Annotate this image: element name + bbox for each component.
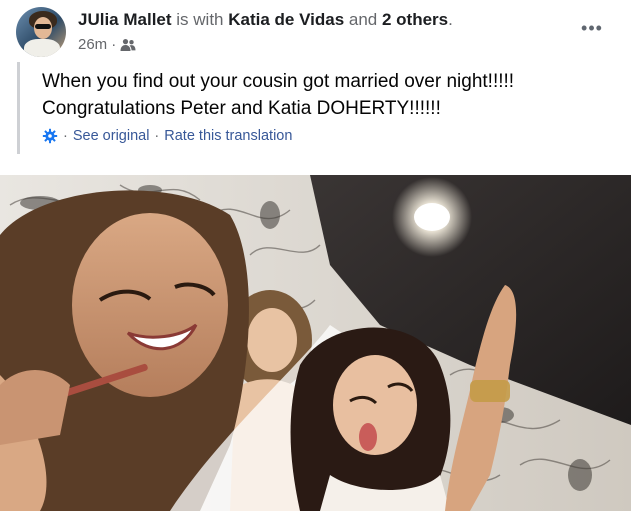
with-text: is with (176, 10, 224, 29)
post-meta: 26m · (78, 36, 136, 53)
tagged-person[interactable]: Katia de Vidas (228, 10, 344, 29)
author-avatar[interactable] (16, 7, 66, 57)
end-period: . (448, 10, 453, 29)
others-link[interactable]: 2 others (382, 10, 448, 29)
author-name[interactable]: JUlia Mallet (78, 10, 172, 29)
see-original-link[interactable]: See original (73, 128, 150, 144)
translation-separator: · (154, 128, 160, 144)
translation-row: · See original · Rate this translation (42, 128, 292, 144)
more-icon: ••• (581, 17, 603, 38)
post-text-line: When you find out your cousin got marrie… (42, 71, 515, 92)
translation-separator: · (63, 128, 68, 144)
post-header: JUlia Mallet is with Katia de Vidas and … (0, 0, 631, 170)
post-time[interactable]: 26m (78, 36, 107, 53)
post-text-line: Congratulations Peter and Katia DOHERTY!… (42, 98, 441, 119)
quote-bar (17, 62, 20, 154)
friends-icon[interactable] (120, 38, 136, 52)
gear-icon (42, 128, 58, 144)
post-text: When you find out your cousin got marrie… (42, 68, 514, 122)
author-line: JUlia Mallet is with Katia de Vidas and … (78, 10, 453, 30)
more-options-button[interactable]: ••• (574, 14, 610, 42)
meta-separator: · (111, 36, 117, 53)
post-photo[interactable] (0, 175, 631, 511)
and-text: and (348, 10, 378, 29)
rate-translation-link[interactable]: Rate this translation (164, 128, 292, 144)
